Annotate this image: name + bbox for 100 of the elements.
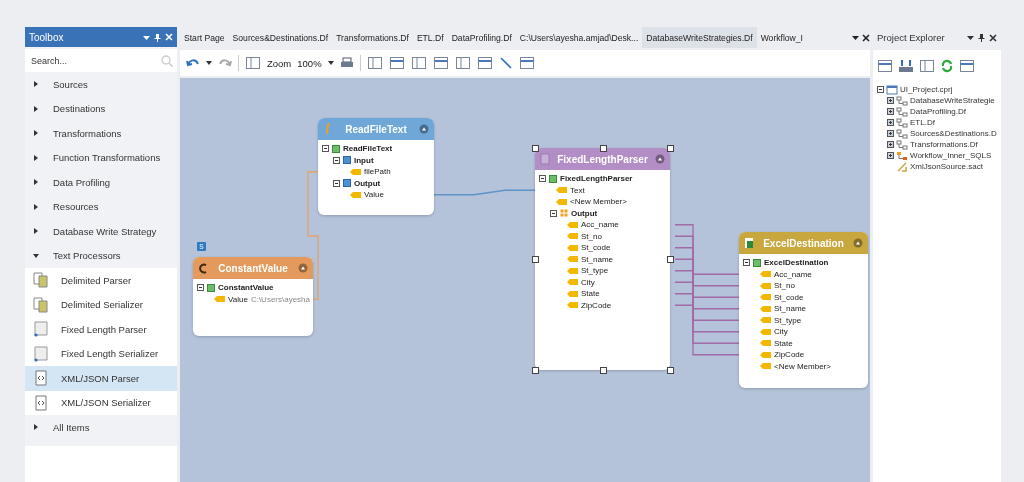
- node-card[interactable]: ExcelDestination ExcelDestination Acc_name St_no St_code St_name St_type City State ZipCode <New Member>: [739, 232, 868, 388]
- collapse-node-icon[interactable]: [298, 263, 308, 273]
- dataflow-icon: [896, 117, 908, 128]
- category-item[interactable]: Destinations: [25, 96, 177, 121]
- layout-icon[interactable]: [388, 56, 405, 70]
- resize-handle[interactable]: [667, 256, 674, 263]
- document-tab[interactable]: DataProfiling.Df: [447, 27, 516, 48]
- window-icon[interactable]: [919, 59, 935, 73]
- layout-icon[interactable]: [476, 56, 493, 70]
- toolbox-item[interactable]: Fixed Length Serializer: [25, 341, 177, 366]
- resize-handle[interactable]: [599, 145, 607, 152]
- dropdown-icon[interactable]: [852, 34, 859, 41]
- document-tab[interactable]: DatabaseWriteStrategies.Df: [642, 27, 757, 48]
- document-tab[interactable]: ETL.Df: [412, 27, 448, 48]
- line-icon[interactable]: [498, 56, 513, 70]
- zoom-dropdown[interactable]: 100%: [297, 57, 322, 69]
- tree-item[interactable]: DatabaseWriteStrategie: [910, 96, 995, 105]
- document-tab[interactable]: C:\Users\ayesha.amjad\Desk...: [515, 27, 643, 48]
- tree-item[interactable]: Workflow_Inner_SQLS: [910, 151, 992, 160]
- collapse-icon[interactable]: [333, 179, 340, 187]
- tree-item[interactable]: DataProfiling.Df: [910, 107, 967, 116]
- expand-icon[interactable]: [887, 141, 894, 148]
- category-item[interactable]: Database Write Strategy: [25, 219, 177, 244]
- layout-icon[interactable]: [410, 56, 427, 70]
- tree-item[interactable]: ETL.Df: [910, 118, 935, 127]
- document-tab[interactable]: Transformations.Df: [332, 27, 413, 48]
- resize-handle[interactable]: [599, 367, 607, 374]
- resize-handle[interactable]: [532, 145, 539, 152]
- toolbox-item[interactable]: Delimited Serializer: [25, 292, 177, 317]
- expand-icon[interactable]: [887, 108, 894, 115]
- collapse-node-icon[interactable]: [419, 124, 429, 134]
- node-card[interactable]: FixedLengthParser FixedLengthParser Text <New Member> Output Acc_name St_no St_code St_name St_type City State ZipCode: [535, 148, 670, 370]
- tree-item[interactable]: UI_Project.cprj: [900, 85, 953, 94]
- field-icon: [760, 282, 771, 289]
- field-icon: [760, 363, 771, 370]
- expand-icon[interactable]: [887, 119, 894, 126]
- field-label: Value: [364, 190, 384, 200]
- category-item[interactable]: Function Transformations: [25, 145, 177, 170]
- refresh-icon[interactable]: [940, 59, 954, 73]
- resize-handle[interactable]: [532, 367, 539, 374]
- layout-icon[interactable]: [366, 56, 383, 70]
- close-icon[interactable]: [989, 33, 997, 42]
- field-label: <New Member>: [570, 197, 627, 207]
- dataflow-icon: [896, 106, 908, 117]
- close-icon[interactable]: [862, 33, 870, 42]
- pin-icon[interactable]: [978, 33, 985, 42]
- category-item[interactable]: Data Profiling: [25, 170, 177, 195]
- collapse-node-icon[interactable]: [655, 154, 665, 164]
- dropdown-icon[interactable]: [967, 34, 974, 41]
- field-label: ReadFileText: [343, 144, 393, 154]
- field-label: St_type: [774, 315, 802, 325]
- resize-handle[interactable]: [667, 145, 674, 152]
- tree-item[interactable]: Transformations.Df: [910, 140, 978, 149]
- undo-icon[interactable]: [186, 57, 200, 69]
- tree-item[interactable]: XmlJsonSource.sact: [910, 162, 983, 171]
- pin-icon[interactable]: [154, 32, 161, 42]
- document-icon: [33, 345, 49, 362]
- layout-icon[interactable]: [454, 56, 471, 70]
- collapse-icon[interactable]: [197, 284, 204, 292]
- category-item[interactable]: Resources: [25, 194, 177, 219]
- expand-icon[interactable]: [887, 130, 894, 137]
- expand-icon[interactable]: [887, 152, 894, 159]
- collapse-icon[interactable]: [877, 86, 884, 93]
- document-tab[interactable]: Workflow_I: [756, 27, 807, 48]
- toolbox-item[interactable]: XML/JSON Serializer: [25, 390, 177, 415]
- expand-icon[interactable]: [887, 97, 894, 104]
- resize-handle[interactable]: [667, 367, 674, 374]
- category-item[interactable]: All Items: [25, 415, 177, 440]
- toolbox-item[interactable]: Delimited Parser: [25, 268, 177, 293]
- node-card[interactable]: ConstantValue ConstantValue Value C:\Users\ayesha: [193, 257, 313, 336]
- layout-icon[interactable]: [959, 59, 975, 73]
- node-card[interactable]: ReadFileText ReadFileText Input filePath Output Value: [318, 118, 434, 215]
- window-icon[interactable]: [877, 59, 893, 73]
- collapse-icon[interactable]: [333, 156, 340, 164]
- document-tab[interactable]: Start Page: [180, 27, 229, 48]
- tree-item[interactable]: Sources&Destinations.D: [910, 129, 997, 138]
- dropdown-icon[interactable]: [206, 60, 212, 66]
- collapse-icon[interactable]: [743, 259, 750, 267]
- search-bar[interactable]: Search...: [25, 49, 177, 72]
- constant-icon: [198, 262, 208, 274]
- resize-handle[interactable]: [532, 256, 539, 263]
- category-item[interactable]: Transformations: [25, 121, 177, 146]
- field-icon: [567, 221, 578, 228]
- category-item[interactable]: Sources: [25, 72, 177, 97]
- collapse-icon[interactable]: [550, 209, 557, 217]
- field-icon: [567, 244, 578, 251]
- search-field[interactable]: Search...: [29, 54, 161, 67]
- dropdown-icon[interactable]: [327, 60, 334, 66]
- collapse-icon[interactable]: [322, 145, 329, 153]
- print-icon[interactable]: [339, 57, 354, 69]
- collapse-icon[interactable]: [539, 175, 546, 183]
- toolbox-item[interactable]: XML/JSON Parser: [25, 366, 177, 391]
- toolbox-item[interactable]: Fixed Length Parser: [25, 317, 177, 342]
- field-icon: [567, 256, 578, 263]
- spreadsheet-icon: [744, 237, 754, 249]
- layout-icon[interactable]: [432, 56, 449, 70]
- collapse-node-icon[interactable]: [853, 238, 863, 248]
- document-tab[interactable]: Sources&Destinations.Df: [228, 27, 333, 48]
- category-item[interactable]: Text Processors: [25, 243, 177, 268]
- merge-icon[interactable]: [898, 59, 914, 73]
